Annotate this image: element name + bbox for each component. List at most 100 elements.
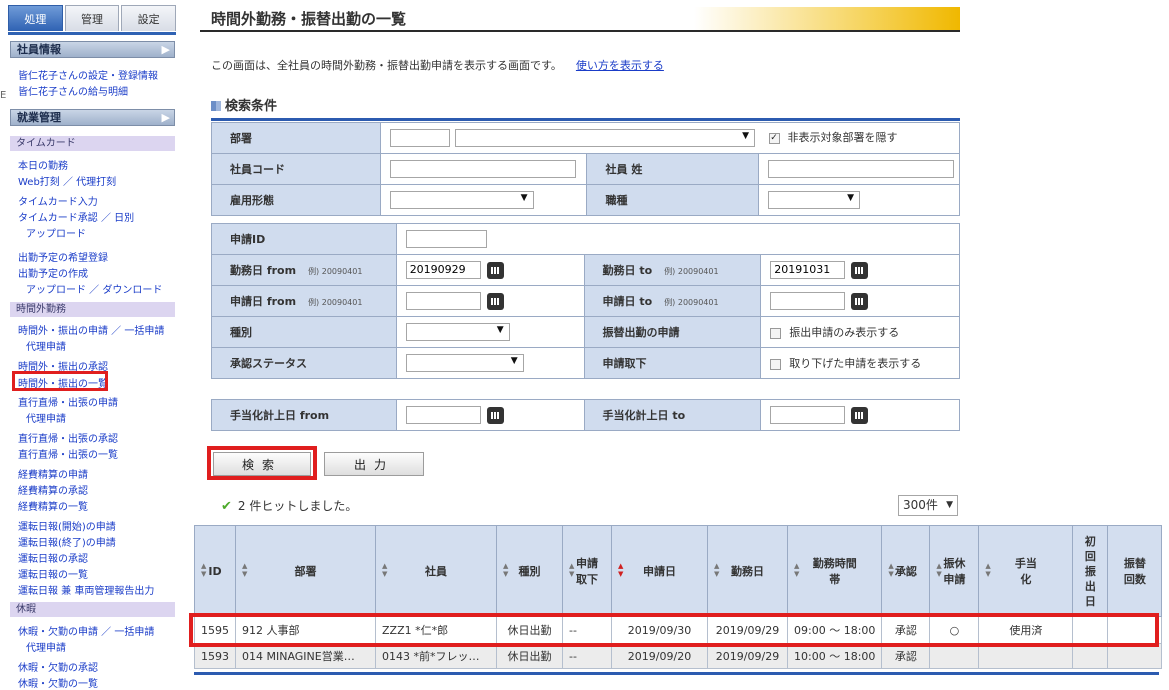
allow-from-label: 手当化計上日 from (211, 399, 397, 431)
col-allowance[interactable]: ▲ ▼ 手当化 (978, 525, 1074, 617)
work-to-cell: 20191031 (760, 254, 960, 286)
link-ot-proxy[interactable]: 代理申請 (26, 338, 66, 353)
link-emp-pay[interactable]: 皆仁花子さんの給与明細 (18, 83, 128, 98)
link-leave-proxy[interactable]: 代理申請 (26, 639, 66, 654)
calendar-icon[interactable] (486, 406, 504, 424)
col-furikyu[interactable]: ▲ ▼ 振休申請 (929, 525, 980, 617)
col-dept[interactable]: ▲ ▼ 部署 (235, 525, 376, 617)
link-drive-approve[interactable]: 運転日報の承認 (18, 550, 88, 565)
withdraw-checkbox[interactable] (770, 358, 782, 370)
page-description: この画面は、全社員の時間外勤務・振替出勤申請を表示する画面です。 使い方を表示する (211, 57, 664, 73)
calendar-icon[interactable] (851, 406, 869, 424)
col-approval[interactable]: ▲ ▼ 承認 (881, 525, 931, 617)
cell-app-date: 2019/09/20 (611, 643, 708, 669)
link-exp-apply[interactable]: 経費精算の申請 (18, 466, 88, 481)
col-id[interactable]: ▲ ▼ ID (194, 525, 236, 617)
help-link[interactable]: 使い方を表示する (576, 59, 664, 72)
check-icon: ✔ (221, 499, 232, 514)
work-from-label: 勤務日 from 例) 20090401 (211, 254, 397, 286)
dept-code-input[interactable] (389, 129, 450, 147)
calendar-icon[interactable] (486, 292, 504, 310)
job-cell: ▼ (758, 184, 960, 216)
col-employee[interactable]: ▲ ▼ 社員 (375, 525, 497, 617)
highlight-search-button (207, 446, 317, 480)
tab-settings[interactable]: 設定 (121, 5, 177, 31)
title-underline (200, 30, 960, 32)
link-web-punch[interactable]: Web打刻 ／ 代理打刻 (18, 173, 116, 188)
emp-type-select[interactable]: ▼ (389, 191, 534, 209)
link-up-down[interactable]: アップロード ／ ダウンロード (26, 281, 162, 296)
link-leave-apply[interactable]: 休暇・欠勤の申請 ／ 一括申請 (18, 623, 154, 638)
app-from-cell (395, 285, 585, 317)
emp-last-input[interactable] (768, 160, 954, 178)
hide-dept-checkbox[interactable]: ✓ (768, 132, 780, 144)
link-emp-settings[interactable]: 皆仁花子さんの設定・登録情報 (18, 67, 158, 82)
col-withdraw[interactable]: ▲ ▼ 申請取下 (562, 525, 612, 617)
link-drive-report[interactable]: 運転日報 兼 車両管理報告出力 (18, 582, 154, 597)
calendar-icon[interactable] (486, 261, 504, 279)
sort-icon: ▲ ▼ (794, 562, 800, 578)
work-to-input[interactable]: 20191031 (770, 261, 846, 279)
link-tc-approve[interactable]: タイムカード承認 ／ 日別 (18, 209, 134, 224)
col-app-date[interactable]: ▲ ▼ 申請日 (611, 525, 708, 617)
per-page-select[interactable]: 300件 ▼ (898, 495, 958, 516)
link-direct-list[interactable]: 直行直帰・出張の一覧 (18, 446, 118, 461)
chevron-down-icon: ▼ (520, 193, 528, 203)
table-row[interactable]: 1593 014 MINAGINE営業… 0143 *前*フレッ… 休日出勤 -… (194, 643, 1163, 669)
link-direct-approve[interactable]: 直行直帰・出張の承認 (18, 430, 118, 445)
link-ot-apply[interactable]: 時間外・振出の申請 ／ 一括申請 (18, 322, 164, 337)
link-upload[interactable]: アップロード (26, 225, 86, 240)
link-exp-list[interactable]: 経費精算の一覧 (18, 498, 88, 513)
app-id-cell (395, 223, 961, 255)
section-work-mgmt[interactable]: 就業管理 ▶ (10, 109, 175, 126)
results-header-row: ▲ ▼ ID ▲ ▼ 部署 ▲ ▼ 社員 ▲ ▼ 種別 ▲ ▼ 申請取下 ▲ ▼ 申請日 ▲ ▼ 勤務日 ▲… (194, 525, 1163, 617)
kind-select[interactable]: ▼ (405, 323, 510, 341)
link-tc-input[interactable]: タイムカード入力 (18, 193, 98, 208)
app-from-text: 申請日 from (230, 295, 297, 308)
hit-count: ✔ 2 件ヒットしました。 (221, 497, 357, 514)
tab-management[interactable]: 管理 (64, 5, 120, 31)
calendar-icon[interactable] (851, 261, 869, 279)
cell-employee[interactable]: 0143 *前*フレッ… (375, 643, 497, 669)
link-plan-make[interactable]: 出勤予定の作成 (18, 265, 88, 280)
col-hours[interactable]: ▲ ▼ 勤務時間帯 (786, 525, 883, 617)
work-from-input[interactable]: 20190929 (405, 261, 481, 279)
col-work-date[interactable]: ▲ ▼ 勤務日 (707, 525, 788, 617)
dept-select[interactable]: ▼ (455, 129, 756, 147)
work-from-example: 例) 20090401 (308, 267, 363, 276)
transfer-only-checkbox[interactable] (770, 327, 782, 339)
link-direct-proxy[interactable]: 代理申請 (26, 410, 66, 425)
col-kind[interactable]: ▲ ▼ 種別 (496, 525, 563, 617)
app-to-input[interactable] (770, 292, 846, 310)
emp-code-input[interactable] (389, 160, 576, 178)
allow-to-input[interactable] (770, 406, 846, 424)
allow-from-input[interactable] (405, 406, 481, 424)
link-exp-approve[interactable]: 経費精算の承認 (18, 482, 88, 497)
app-from-input[interactable] (405, 292, 481, 310)
emp-type-cell: ▼ (379, 184, 588, 216)
link-drive-list[interactable]: 運転日報の一覧 (18, 566, 88, 581)
output-button[interactable]: 出力 (324, 452, 424, 476)
chevron-down-icon: ▼ (496, 325, 504, 335)
sort-icon: ▲ ▼ (936, 562, 942, 578)
app-id-input[interactable] (405, 230, 487, 248)
calendar-icon[interactable] (851, 292, 869, 310)
grid-icon (211, 101, 221, 111)
col-first-date: 初回振出日 (1072, 525, 1109, 617)
link-today[interactable]: 本日の勤務 (18, 157, 68, 172)
link-drive-start[interactable]: 運転日報(開始)の申請 (18, 518, 116, 533)
emp-last-cell (758, 153, 960, 185)
emp-type-label: 雇用形態 (211, 184, 381, 216)
link-drive-end[interactable]: 運転日報(終了)の申請 (18, 534, 116, 549)
tab-processing[interactable]: 処理 (8, 5, 63, 31)
page-title: 時間外勤務・振替出勤の一覧 (211, 10, 407, 28)
per-page-value: 300件 (903, 498, 938, 512)
link-direct-apply[interactable]: 直行直帰・出張の申請 (18, 394, 118, 409)
section-employee-info[interactable]: 社員情報 ▶ (10, 41, 175, 58)
col-count: 振替回数 (1107, 525, 1163, 617)
criteria-table-1: 部署 ▼ ✓ 非表示対象部署を隠す 社員コード 社員 姓 雇用形態 ▼ 職種 ▼ (211, 122, 961, 216)
link-leave-approve[interactable]: 休暇・欠勤の承認 (18, 659, 98, 674)
status-select[interactable]: ▼ (405, 354, 524, 372)
link-plan-wish[interactable]: 出勤予定の希望登録 (18, 249, 108, 264)
job-select[interactable]: ▼ (768, 191, 860, 209)
